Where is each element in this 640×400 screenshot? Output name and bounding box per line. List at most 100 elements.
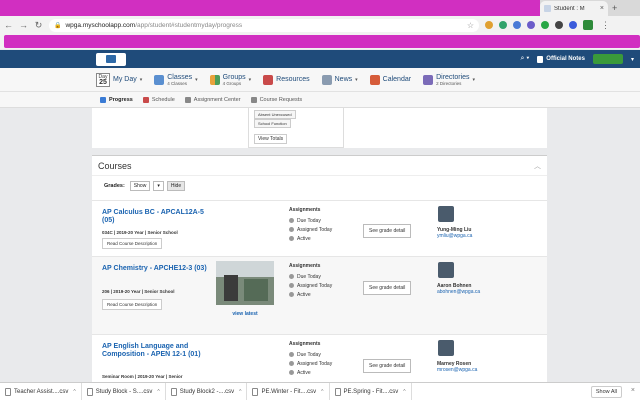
see-grade-detail-button[interactable]: See grade detail [363,359,412,373]
nav-my-day[interactable]: Day 25 My Day ▾ [96,72,143,87]
nav-directories[interactable]: Directories 2 Directories ▾ [423,74,475,86]
chevron-down-icon: ▾ [472,76,476,83]
extension-icon[interactable] [513,21,521,29]
view-latest-link[interactable]: view latest [216,311,274,317]
redacted-bookmarks [4,35,640,48]
chevron-down-icon: ▾ [195,76,198,83]
see-grade-detail-button[interactable]: See grade detail [363,224,412,238]
grades-hide-button[interactable]: Hide [166,181,186,191]
count-badge [289,218,294,223]
grades-toggle: Grades: Show ▾ Hide [92,176,547,196]
read-course-description-button[interactable]: Read Course Description [102,299,163,310]
view-totals-button[interactable]: View Totals [254,134,288,144]
favicon-icon [544,5,551,12]
due-today-row[interactable]: Due Today [289,350,332,359]
count-badge [289,370,294,375]
back-icon[interactable]: ← [4,20,13,30]
url-input[interactable]: 🔒 wpga.myschoolapp.com/app/student#stude… [49,18,479,32]
read-course-description-button[interactable]: Read Course Description [102,238,163,249]
count-badge [289,352,294,357]
tab-progress[interactable]: Progress [100,96,133,103]
school-function-badge[interactable]: School Function [254,119,291,128]
course-name-link[interactable]: AP Chemistry - APCHE12-3 (03) [102,265,208,273]
nav-groups[interactable]: Groups 4 Groups ▾ [209,74,251,86]
user-menu[interactable] [592,54,623,64]
teacher-email-link[interactable]: ymliu@wpga.ca [437,233,472,239]
active-row[interactable]: Active [289,368,332,377]
chevron-down-icon: ▾ [139,76,143,83]
school-logo[interactable] [96,52,126,66]
teacher-avatar [438,340,454,356]
chevron-up-icon[interactable]: ^ [321,389,323,395]
attendance-summary: Absent Unexcused School Function View To… [248,108,344,148]
app-header: ⌕ ▾ Official Notes ▾ [0,50,640,68]
extension-icon[interactable] [555,21,563,29]
course-photo[interactable] [216,261,274,305]
assignments-heading: Assignments [289,207,321,213]
download-item[interactable]: PE.Winter - Fit....csv ^ [247,382,330,400]
close-icon[interactable]: × [631,387,635,394]
nav-classes[interactable]: Classes 4 Classes ▾ [154,73,198,86]
official-notes-link[interactable]: Official Notes [537,55,585,63]
extension-icon[interactable] [499,21,507,29]
news-icon [321,74,332,85]
assigned-today-row[interactable]: Assigned Today [289,359,332,368]
browser-tab-strip: Student : M × + [0,0,640,16]
download-item[interactable]: PE.Spring - Fit....csv ^ [330,382,412,400]
extension-icon[interactable] [485,21,493,29]
extension-icon[interactable] [569,21,577,29]
show-all-downloads-button[interactable]: Show All [590,386,622,398]
url-text: wpga.myschoolapp.com/app/student#student… [65,21,243,29]
see-grade-detail-button[interactable]: See grade detail [363,281,412,295]
chevron-up-icon[interactable]: ^ [239,389,241,395]
nav-calendar[interactable]: Calendar [369,74,412,85]
download-item[interactable]: Teacher Assist....csv ^ [0,382,82,400]
chevron-up-icon[interactable]: ^ [157,389,159,395]
search-icon[interactable]: ⌕ ▾ [520,55,529,63]
active-row[interactable]: Active [289,234,332,243]
browser-menu-icon[interactable]: ⋮ [601,20,610,31]
file-icon [334,387,341,396]
chevron-down-icon[interactable]: ▾ [631,56,634,63]
active-row[interactable]: Active [289,290,332,299]
tab-assignment-center[interactable]: Assignment Center [184,96,241,103]
nav-directories-count: 2 Directories [436,80,462,86]
tab-course-requests[interactable]: Course Requests [250,96,302,103]
assigned-today-row[interactable]: Assigned Today [289,225,332,234]
grades-show-button[interactable]: Show [129,181,151,191]
chevron-up-icon[interactable]: ^ [403,389,405,395]
extension-icon[interactable] [541,21,549,29]
course-meta: Seminar Room | 2019-20 Year | Senior [102,374,183,379]
teacher-email-link[interactable]: abohnen@wpga.ca [437,289,480,295]
chevron-up-icon[interactable]: ^ [73,389,75,395]
new-tab-icon[interactable]: + [612,3,617,13]
assigned-today-row[interactable]: Assigned Today [289,281,332,290]
count-badge [289,292,294,297]
browser-tab-active[interactable]: Student : M × [540,1,608,16]
download-item[interactable]: Study Block - S....csv ^ [82,382,166,400]
nav-calendar-label: Calendar [382,76,412,83]
nav-news[interactable]: News ▾ [321,74,358,85]
profile-avatar[interactable] [583,20,593,30]
forward-icon[interactable]: → [19,20,28,30]
chevron-down-icon[interactable]: ▾ [153,181,164,191]
due-today-row[interactable]: Due Today [289,272,332,281]
bookmark-star-icon[interactable]: ☆ [467,21,474,30]
course-row: AP Calculus BC - APCAL12A-5 (05) 034C | … [92,200,547,256]
official-notes-label: Official Notes [546,56,585,62]
nav-resources[interactable]: Resources [263,74,310,85]
extension-icon[interactable] [527,21,535,29]
course-name-link[interactable]: AP English Language and Composition - AP… [102,343,208,359]
nav-classes-label: Classes [167,73,193,81]
tab-close-icon[interactable]: × [600,5,604,12]
absent-unexcused-badge[interactable]: Absent Unexcused [254,110,296,119]
chevron-up-icon[interactable]: ︿ [534,161,541,171]
reload-icon[interactable]: ↻ [34,20,43,31]
calendar-icon: Day 25 [96,72,110,87]
download-item[interactable]: Study Block2 -....csv ^ [166,382,248,400]
count-badge [289,236,294,241]
course-name-link[interactable]: AP Calculus BC - APCAL12A-5 (05) [102,209,208,225]
teacher-email-link[interactable]: mrosen@wpga.ca [437,367,477,373]
due-today-row[interactable]: Due Today [289,216,332,225]
tab-schedule[interactable]: Schedule [142,96,175,103]
